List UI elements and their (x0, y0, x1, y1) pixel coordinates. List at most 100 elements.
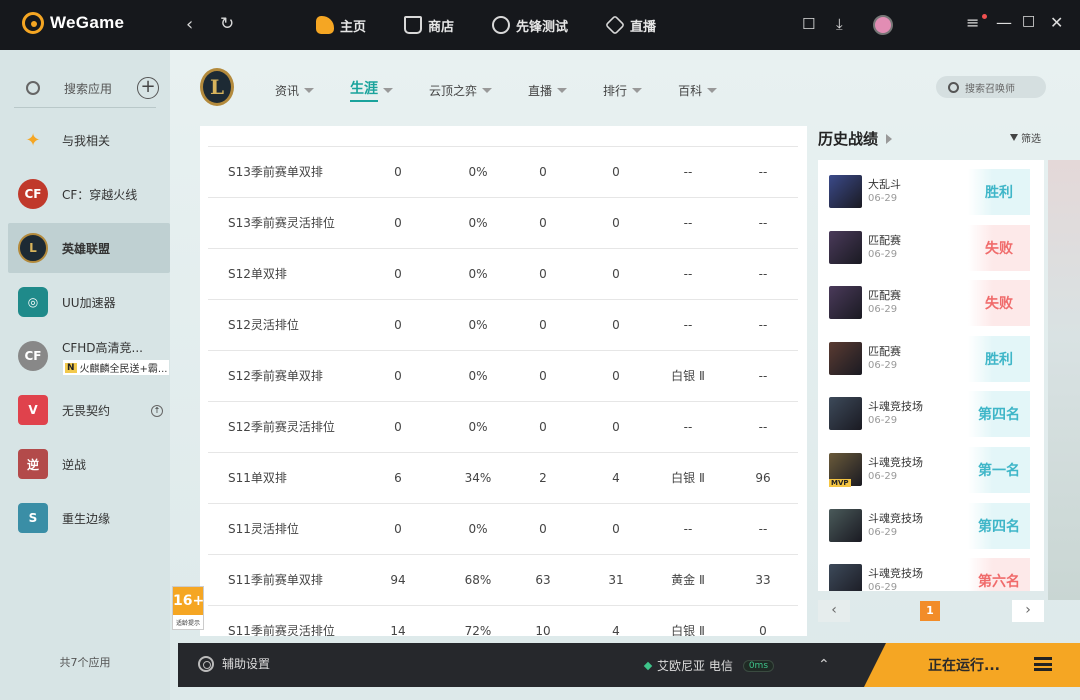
stat-cell: 6 (394, 471, 402, 485)
lol-game-logo[interactable]: L (200, 68, 234, 106)
match-result: 第四名 (968, 391, 1030, 437)
download-icon[interactable]: ⤓ (836, 15, 843, 33)
stat-cell: 68% (464, 573, 492, 587)
queue-name-cell: S12季前赛单双排 (228, 369, 323, 383)
stat-cell: 0 (612, 165, 620, 179)
stat-cell: 94 (390, 573, 406, 587)
sidebar-item-nizhan[interactable]: 逆 逆战 (8, 439, 170, 489)
stat-cell: 0% (468, 318, 488, 332)
user-avatar[interactable] (873, 15, 893, 35)
stat-cell: 白银 Ⅱ (671, 624, 705, 636)
match-history-list: 大乱斗 06-29 胜利 匹配赛 06-29 失败 匹配赛 06-29 失败 匹配赛 06-29 胜利… (818, 160, 1044, 591)
tab-shop[interactable]: 商店 (404, 0, 454, 50)
filter-button[interactable]: 筛选 (1010, 130, 1041, 145)
tab-live-game[interactable]: 直播 (528, 78, 568, 102)
summoner-search-input[interactable]: 搜索召唤师 (936, 76, 1046, 98)
maximize-icon[interactable]: □ (1022, 13, 1035, 29)
chevron-right-icon (886, 133, 893, 144)
tab-home[interactable]: 主页 (316, 0, 366, 50)
current-page[interactable]: 1 (920, 601, 940, 621)
match-mode: 匹配赛 (868, 289, 901, 302)
sidebar-item-cf[interactable]: CF CF：穿越火线 (8, 169, 170, 219)
table-row: S11灵活排位 0 0% 0 0 -- -- (208, 503, 798, 554)
game-controller-icon[interactable]: ☐ (802, 15, 815, 33)
menu-icon[interactable]: ≡ (966, 13, 979, 32)
match-result: 第六名 (968, 558, 1030, 591)
sidebar-item-label: 重生边缘 (62, 511, 111, 526)
rebirth-icon: S (18, 503, 48, 533)
queue-name-cell: S11灵活排位 (228, 522, 299, 536)
champion-avatar (829, 397, 862, 430)
queue-name-cell: S12单双排 (228, 267, 287, 281)
sidebar-item-related[interactable]: ✦ 与我相关 (8, 115, 170, 165)
match-history-item[interactable]: 匹配赛 06-29 胜利 (818, 327, 1044, 383)
next-page-button[interactable]: › (1012, 600, 1044, 622)
refresh-icon[interactable]: ↻ (220, 14, 234, 34)
cfhd-promo[interactable]: N 火麒麟全民送+霸... (63, 360, 170, 375)
match-mode: 斗魂竞技场 (868, 567, 923, 580)
champion-avatar (829, 286, 862, 319)
server-selector[interactable]: 艾欧尼亚 电信 0ms (643, 657, 775, 674)
sidebar-item-label: 英雄联盟 (62, 241, 111, 256)
shop-icon (404, 16, 423, 34)
stat-cell: 0% (468, 522, 488, 536)
match-history-item[interactable]: 匹配赛 06-29 失败 (818, 216, 1044, 272)
tab-ranking[interactable]: 排行 (603, 78, 643, 102)
stat-cell: -- (758, 522, 768, 536)
tab-pioneer-test-label: 先锋测试 (516, 19, 569, 35)
match-mode: 匹配赛 (868, 234, 901, 247)
champion-avatar (829, 509, 862, 542)
tab-wiki[interactable]: 百科 (678, 78, 718, 102)
tab-live[interactable]: 直播 (604, 0, 657, 50)
prev-page-button[interactable]: ‹ (818, 600, 850, 622)
match-history-item[interactable]: 大乱斗 06-29 胜利 (818, 160, 1044, 216)
champion-avatar (829, 342, 862, 375)
summoner-search-placeholder: 搜索召唤师 (965, 83, 1015, 95)
assist-settings-button[interactable]: 辅助设置 (198, 655, 270, 672)
update-icon[interactable]: ↑ (151, 405, 163, 417)
queue-name-cell: S13季前赛灵活排位 (228, 216, 335, 230)
match-history-item[interactable]: 斗魂竞技场 06-29 第六名 (818, 549, 1044, 591)
divider (14, 107, 156, 108)
chevron-up-icon[interactable]: ⌃ (818, 657, 830, 673)
sidebar-item-cfhd[interactable]: CF CFHD高清竞... N 火麒麟全民送+霸... (8, 331, 170, 381)
match-result: 第四名 (968, 503, 1030, 549)
tab-tft[interactable]: 云顶之弈 (429, 78, 493, 102)
stat-cell: 0 (394, 165, 402, 179)
match-history-item[interactable]: 斗魂竞技场 06-29 第四名 (818, 382, 1044, 438)
running-button[interactable]: 正在运行... (864, 643, 1080, 687)
close-icon[interactable]: ✕ (1050, 13, 1063, 32)
ranked-stats-table[interactable]: S13季前赛单双排 0 0% 0 0 -- -- S13季前赛灵活排位 0 0% 0 0 -- -- S12… (200, 126, 807, 636)
sidebar-item-valorant[interactable]: V 无畏契约 ↑ (8, 385, 170, 435)
stat-cell: 0 (394, 522, 402, 536)
match-history-item[interactable]: 斗魂竞技场 06-29 第一名 MVP (818, 438, 1044, 494)
sidebar-item-rebirth[interactable]: S 重生边缘 (8, 493, 170, 543)
champion-avatar (829, 564, 862, 591)
match-mode: 斗魂竞技场 (868, 400, 923, 413)
stat-cell: 0 (612, 420, 620, 434)
stat-cell: -- (758, 420, 768, 434)
match-history-item[interactable]: 斗魂竞技场 06-29 第四名 (818, 494, 1044, 550)
stat-cell: 72% (464, 624, 492, 636)
match-history-item[interactable]: 匹配赛 06-29 失败 (818, 271, 1044, 327)
pioneer-test-icon (492, 16, 511, 34)
tab-news[interactable]: 资讯 (275, 78, 315, 102)
tab-pioneer-test[interactable]: 先锋测试 (492, 0, 568, 50)
wegame-logo[interactable]: WeGame (22, 12, 124, 34)
sidebar-item-uu[interactable]: ◎ UU加速器 (8, 277, 170, 327)
match-result: 失败 (968, 225, 1030, 271)
stat-cell: 0 (394, 318, 402, 332)
minimize-icon[interactable]: — (996, 13, 1012, 32)
back-icon[interactable]: ‹ (186, 14, 193, 35)
hamburger-menu-icon[interactable] (1034, 657, 1052, 671)
tab-career[interactable]: 生涯 (350, 78, 394, 102)
stat-cell: -- (758, 369, 768, 383)
tab-live-label: 直播 (630, 19, 657, 35)
stat-cell: 0 (539, 267, 547, 281)
add-app-button[interactable]: + (137, 77, 159, 99)
history-title[interactable]: 历史战绩 (818, 128, 893, 149)
server-status-icon (643, 661, 653, 670)
chevron-down-icon (482, 87, 493, 93)
tab-news-label: 资讯 (275, 83, 300, 98)
sidebar-item-lol[interactable]: L 英雄联盟 (8, 223, 170, 273)
